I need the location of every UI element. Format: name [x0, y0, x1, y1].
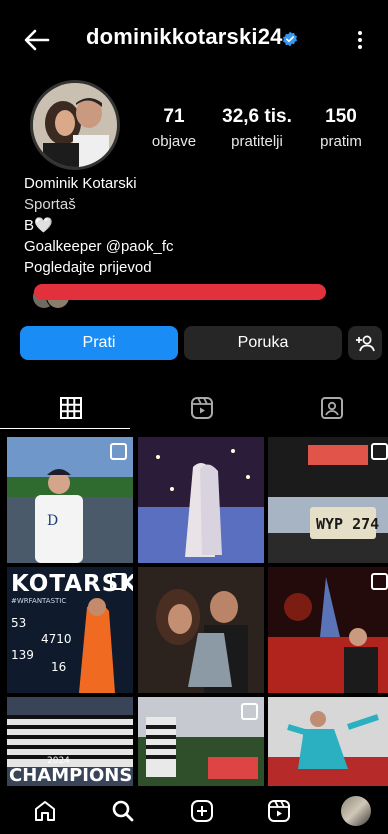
see-translation-link[interactable]: Pogledajte prijevod	[24, 257, 152, 278]
follow-button[interactable]: Prati	[20, 326, 178, 360]
verified-badge-icon	[283, 31, 297, 47]
grid-post[interactable]	[138, 697, 264, 786]
stat-posts-value: 71	[163, 106, 185, 127]
multi-photo-icon	[371, 573, 388, 590]
stat-following-label: pratim	[320, 133, 362, 150]
svg-text:139: 139	[11, 648, 34, 662]
suggest-people-button[interactable]	[348, 326, 382, 360]
svg-text:16: 16	[51, 660, 66, 674]
stat-followers-label: pratitelji	[231, 133, 283, 150]
home-icon[interactable]	[32, 798, 58, 824]
stat-posts[interactable]: 71 objave	[145, 106, 203, 150]
grid-post[interactable]	[268, 697, 388, 786]
grid-post[interactable]	[268, 567, 388, 693]
grid-post[interactable]	[138, 567, 264, 693]
stat-posts-label: objave	[151, 133, 197, 150]
active-tab-indicator	[0, 428, 130, 429]
bio-line-2[interactable]: Goalkeeper @paok_fc	[24, 236, 173, 257]
svg-text:D: D	[47, 513, 58, 529]
profile-avatar[interactable]	[33, 83, 117, 167]
bio-category: Sportaš	[24, 196, 76, 213]
license-plate-text: WYP 274	[316, 515, 379, 533]
grid-post[interactable]: KOTARSKI #WRFANTASTIC 53 4710 139 16	[7, 567, 133, 693]
stat-followers-value: 32,6 tis.	[222, 106, 292, 127]
svg-text:4710: 4710	[41, 632, 72, 646]
grid-tab-icon[interactable]	[58, 395, 84, 421]
grid-post[interactable]: CHAMPIONS 2024	[7, 697, 133, 786]
grid-post[interactable]: D	[7, 437, 133, 563]
create-icon[interactable]	[189, 798, 215, 824]
profile-avatar-icon[interactable]	[341, 796, 371, 826]
reels-icon[interactable]	[266, 798, 292, 824]
multi-photo-icon	[241, 703, 258, 720]
bio-name: Dominik Kotarski	[24, 175, 137, 192]
stat-following-value: 150	[325, 106, 357, 127]
svg-text:53: 53	[11, 616, 26, 630]
stat-followers[interactable]: 32,6 tis. pratitelji	[212, 106, 302, 150]
bio-line-1: B🤍	[24, 217, 53, 234]
grid-post[interactable]: WYP 274	[268, 437, 388, 563]
tagged-tab-icon[interactable]	[319, 395, 345, 421]
add-person-icon	[356, 335, 375, 352]
redacted-followed-by	[34, 284, 326, 300]
stat-following[interactable]: 150 pratim	[310, 106, 372, 150]
svg-text:CHAMPIONS: CHAMPIONS	[9, 765, 132, 786]
svg-text:#WRFANTASTIC: #WRFANTASTIC	[11, 597, 66, 605]
svg-text:2024: 2024	[47, 756, 70, 766]
back-arrow-icon[interactable]	[22, 26, 52, 54]
multi-photo-icon	[110, 573, 127, 590]
multi-photo-icon	[371, 443, 388, 460]
profile-username: dominikkotarski24	[86, 24, 283, 49]
message-button[interactable]: Poruka	[184, 326, 342, 360]
reels-tab-icon[interactable]	[189, 395, 215, 421]
more-options-icon[interactable]	[352, 26, 368, 54]
grid-post[interactable]	[138, 437, 264, 563]
search-icon[interactable]	[110, 798, 136, 824]
multi-photo-icon	[110, 443, 127, 460]
